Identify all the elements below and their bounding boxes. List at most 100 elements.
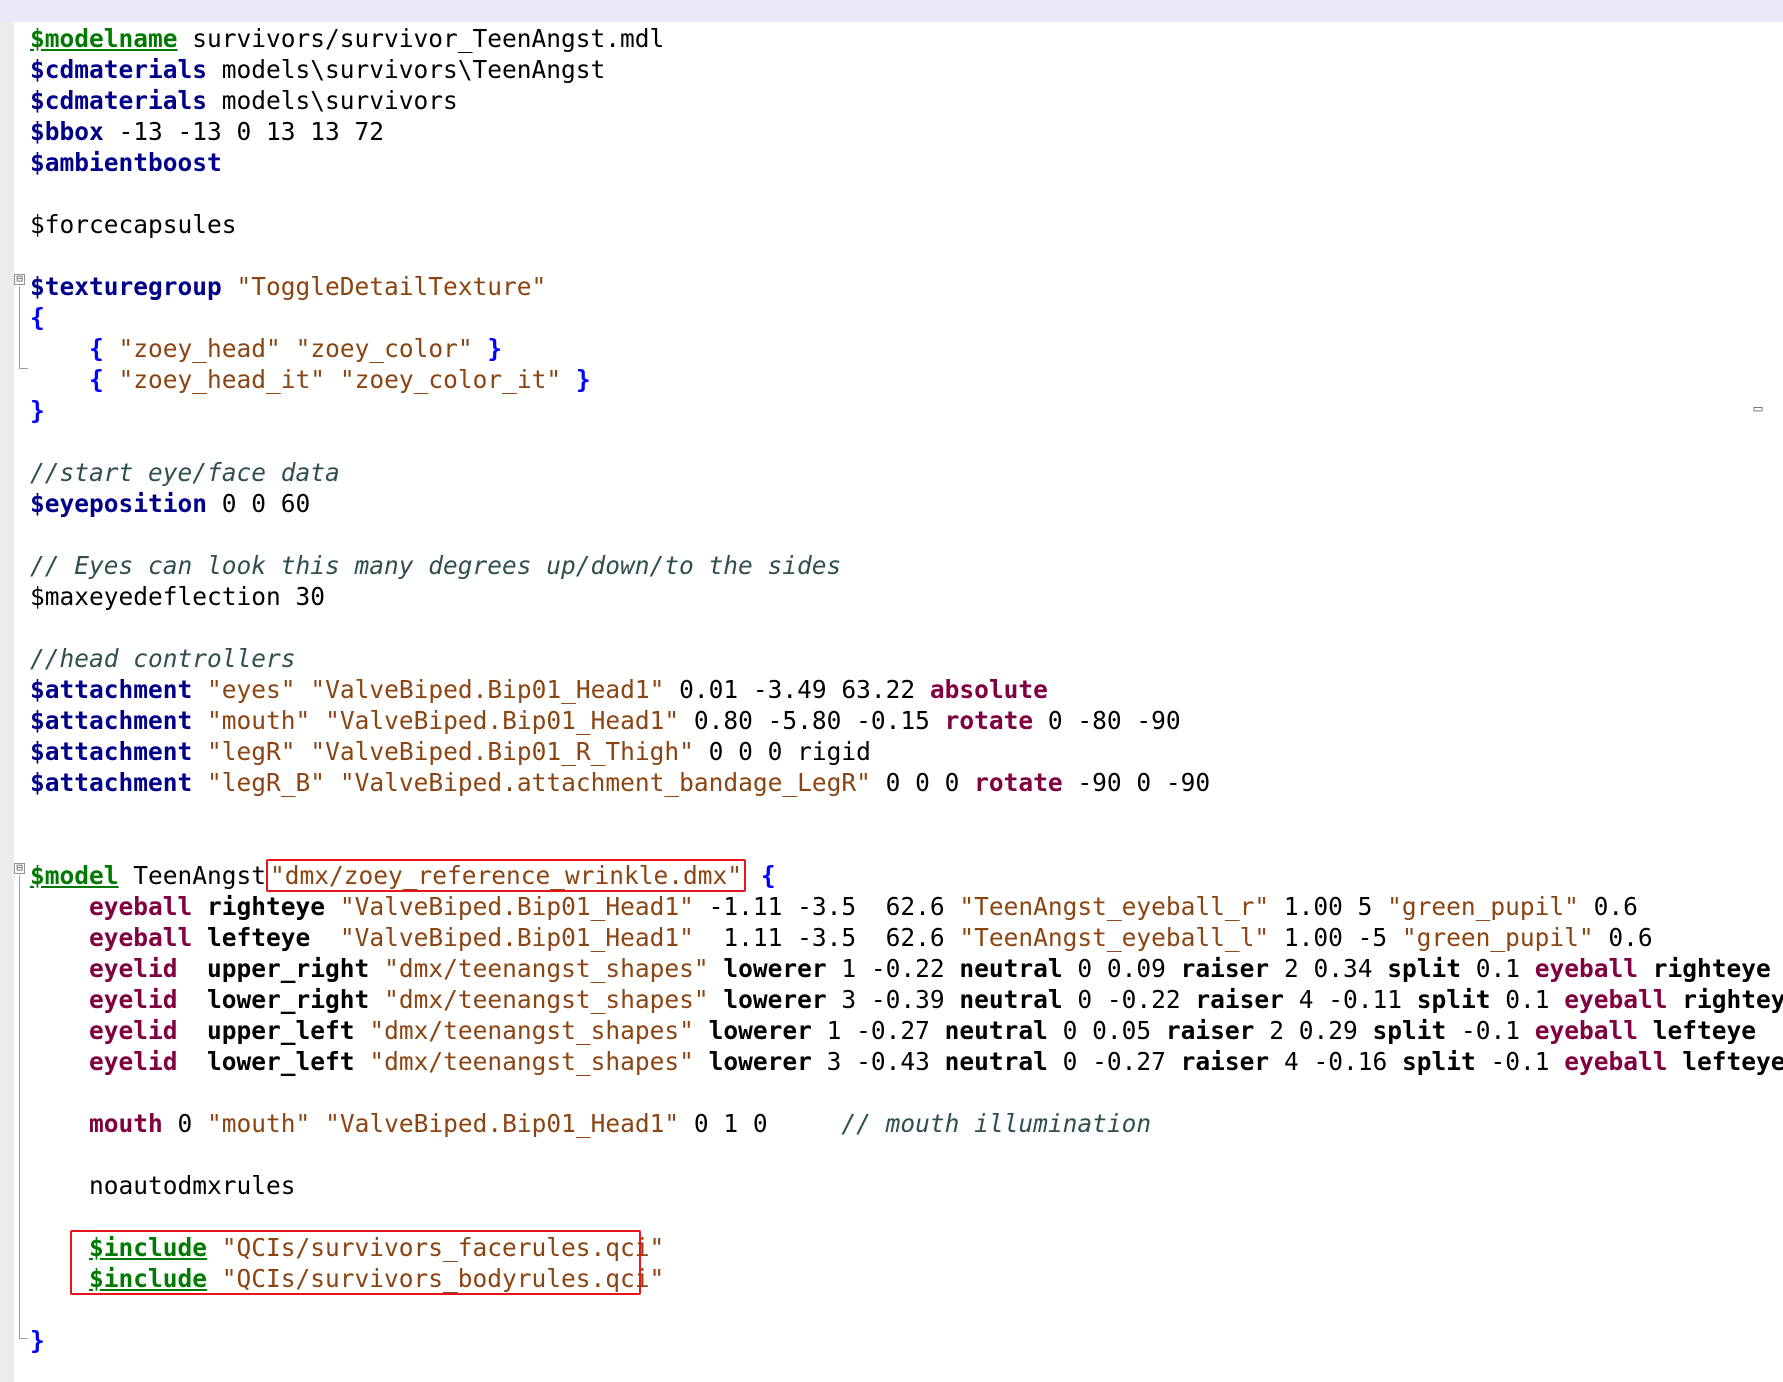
code-token: survivors/survivor_TeenAngst.mdl (177, 24, 665, 53)
code-line[interactable]: $modelname survivors/survivor_TeenAngst.… (30, 23, 1783, 54)
split-view-icon[interactable]: ▭ (1745, 400, 1771, 416)
code-line[interactable] (30, 798, 1783, 829)
code-line[interactable]: $cdmaterials models\survivors (30, 85, 1783, 116)
code-line[interactable] (30, 829, 1783, 860)
code-token: models\survivors\TeenAngst (207, 55, 606, 84)
code-token: 0 0 0 rigid (693, 737, 871, 766)
code-line[interactable]: $attachment "eyes" "ValveBiped.Bip01_Hea… (30, 674, 1783, 705)
code-token: "ValveBiped.Bip01_Head1" (325, 706, 680, 735)
code-line[interactable]: $attachment "legR" "ValveBiped.Bip01_R_T… (30, 736, 1783, 767)
code-token: "dmx/teenangst_shapes" (369, 1047, 694, 1076)
code-line[interactable] (30, 1139, 1783, 1170)
code-line[interactable]: eyelid upper_left "dmx/teenangst_shapes"… (30, 1015, 1783, 1046)
code-line[interactable]: eyelid upper_right "dmx/teenangst_shapes… (30, 953, 1783, 984)
code-line[interactable]: $eyeposition 0 0 60 (30, 488, 1783, 519)
highlighted-dmx-path: "dmx/zoey_reference_wrinkle.dmx" (266, 859, 747, 892)
code-line[interactable] (30, 1294, 1783, 1325)
code-token: neutral (944, 1047, 1048, 1076)
fold-end-model (19, 1338, 28, 1339)
code-token: noautodmxrules (30, 1171, 296, 1200)
code-token: split (1387, 954, 1461, 983)
code-token: 3 -0.39 (826, 985, 960, 1014)
code-line[interactable]: $model TeenAngst "dmx/zoey_reference_wrin… (30, 859, 1783, 892)
code-token: lowerer (723, 985, 827, 1014)
code-token: $attachment (30, 737, 193, 766)
fold-line-model (19, 875, 20, 1338)
code-editor[interactable]: ⊟ ⊟ $modelname survivors/survivor_TeenAn… (0, 0, 1783, 1382)
code-token: } (487, 334, 503, 363)
code-line[interactable] (30, 1201, 1783, 1232)
code-token: "zoey_color_it" (339, 365, 562, 394)
code-token: lower_left (207, 1047, 355, 1076)
code-token: split (1372, 1016, 1447, 1045)
code-token: lowerer (708, 1016, 812, 1045)
code-token: "ToggleDetailTexture" (236, 272, 547, 301)
code-line[interactable]: eyelid lower_left "dmx/teenangst_shapes"… (30, 1046, 1783, 1077)
code-token: "ValveBiped.Bip01_Head1" (339, 892, 694, 921)
code-line[interactable] (30, 178, 1783, 209)
code-token: } (575, 365, 591, 394)
code-token: "mouth" (207, 1109, 311, 1138)
code-line[interactable]: mouth 0 "mouth" "ValveBiped.Bip01_Head1"… (30, 1108, 1783, 1139)
code-token: 2 0.34 (1269, 954, 1388, 983)
fold-end-texturegroup (19, 368, 28, 369)
code-token: -90 0 -90 (1062, 768, 1211, 797)
code-line[interactable]: { (30, 302, 1783, 333)
code-line[interactable]: $attachment "mouth" "ValveBiped.Bip01_He… (30, 705, 1783, 736)
code-token: neutral (959, 985, 1063, 1014)
code-line[interactable]: //head controllers (30, 643, 1783, 674)
code-token: lower_right (207, 985, 370, 1014)
code-line[interactable]: eyelid lower_right "dmx/teenangst_shapes… (30, 984, 1783, 1015)
code-line[interactable]: { "zoey_head_it" "zoey_color_it" } (30, 364, 1783, 395)
code-line[interactable]: $bbox -13 -13 0 13 13 72 (30, 116, 1783, 147)
code-line[interactable]: $maxeyedeflection 30 (30, 581, 1783, 612)
code-line[interactable]: noautodmxrules (30, 1170, 1783, 1201)
code-token: // mouth illumination (841, 1109, 1152, 1138)
code-line[interactable]: $texturegroup "ToggleDetailTexture" (30, 271, 1783, 302)
code-line[interactable]: $ambientboost (30, 147, 1783, 178)
code-token: TeenAngst (118, 861, 267, 890)
code-line[interactable] (30, 426, 1783, 457)
code-line[interactable] (30, 240, 1783, 271)
code-token: rotate (974, 768, 1063, 797)
code-line[interactable]: //start eye/face data (30, 457, 1783, 488)
fold-line-texturegroup (19, 286, 20, 368)
code-token: eyelid (89, 1016, 178, 1045)
code-line[interactable]: { "zoey_head" "zoey_color" } (30, 333, 1783, 364)
code-token: // Eyes can look this many degrees up/do… (30, 551, 842, 580)
code-token: $cdmaterials (30, 55, 208, 84)
code-line[interactable]: eyeball lefteye "ValveBiped.Bip01_Head1"… (30, 922, 1783, 953)
code-line[interactable] (30, 1077, 1783, 1108)
fold-toggle-model[interactable]: ⊟ (14, 862, 25, 874)
code-line[interactable]: } (30, 395, 1783, 426)
code-line[interactable] (30, 612, 1783, 643)
code-line[interactable]: $attachment "legR_B" "ValveBiped.attachm… (30, 767, 1783, 798)
code-token: eyeball (89, 923, 193, 952)
code-line[interactable]: $forcecapsules (30, 209, 1783, 240)
fold-toggle-texturegroup[interactable]: ⊟ (14, 273, 25, 285)
code-token: "TeenAngst_eyeball_r" (959, 892, 1270, 921)
code-token: lefteye (1652, 1016, 1757, 1045)
code-token: $eyeposition (30, 489, 208, 518)
code-line[interactable]: } (30, 1325, 1783, 1356)
code-line[interactable] (30, 519, 1783, 550)
code-token: $attachment (30, 675, 193, 704)
code-line[interactable]: $cdmaterials models\survivors\TeenAngst (30, 54, 1783, 85)
code-token: 1.00 -5 (1269, 923, 1402, 952)
code-text[interactable]: $modelname survivors/survivor_TeenAngst.… (30, 23, 1783, 1356)
code-line[interactable]: eyeball righteye "ValveBiped.Bip01_Head1… (30, 891, 1783, 922)
code-token: "zoey_color" (295, 334, 473, 363)
code-line[interactable]: // Eyes can look this many degrees up/do… (30, 550, 1783, 581)
code-token: "ValveBiped.Bip01_R_Thigh" (310, 737, 694, 766)
code-token: 0 0 0 (870, 768, 975, 797)
code-token: righteye (1652, 954, 1771, 983)
